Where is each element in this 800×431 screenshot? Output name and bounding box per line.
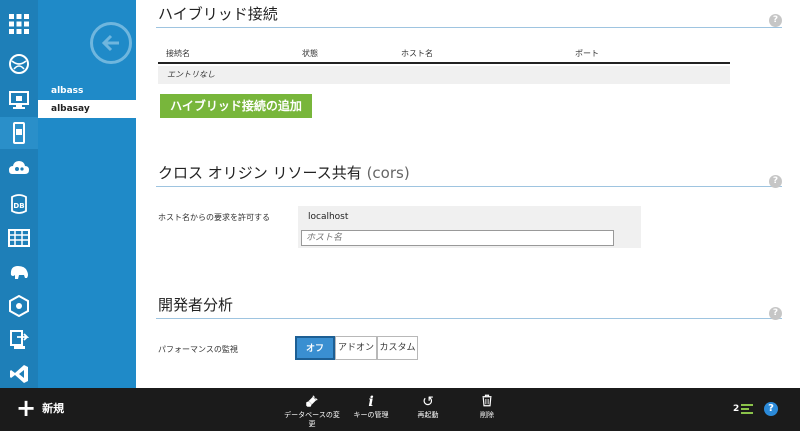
virtual-machines-monitor-icon[interactable] [5, 86, 33, 114]
plug-icon [282, 394, 342, 411]
web-sites-globe-icon[interactable] [5, 50, 33, 78]
restart-label: 再起動 [417, 411, 439, 419]
visual-studio-icon[interactable] [5, 360, 33, 388]
command-bar: + 新規 データベースの変更 i キーの管理 ↺ 再起動 削除 2 ? [0, 388, 800, 431]
cors-section-title: クロス オリジン リソース共有 (cors) [158, 162, 410, 183]
cors-allowed-origin-value[interactable]: localhost [298, 206, 641, 228]
column-header-name[interactable]: 接続名 [166, 48, 190, 59]
help-icon[interactable]: ? [769, 14, 782, 27]
cors-title-text: クロス オリジン リソース共有 [158, 164, 362, 182]
sql-database-icon[interactable]: DB [5, 190, 33, 218]
mobile-services-phone-icon[interactable] [0, 117, 38, 149]
help-icon[interactable]: ? [769, 175, 782, 188]
toggle-custom[interactable]: カスタム [377, 336, 418, 360]
section-divider [156, 318, 782, 319]
change-database-label: データベースの変更 [284, 411, 340, 428]
cloud-services-gears-icon[interactable] [5, 155, 33, 183]
delete-label: 削除 [480, 411, 494, 419]
all-items-grid-icon[interactable] [5, 10, 33, 38]
table-empty-row: エントリなし [158, 66, 730, 84]
restart-icon: ↺ [422, 394, 434, 410]
new-button[interactable]: + 新規 [16, 394, 65, 422]
hybrid-connections-table-header: 接続名 状態 ホスト名 ポート [158, 44, 730, 64]
media-services-icon[interactable] [5, 292, 33, 320]
add-hybrid-connection-button[interactable]: ハイブリッド接続の追加 [160, 94, 312, 118]
change-database-button[interactable]: データベースの変更 [282, 394, 342, 429]
manage-keys-button[interactable]: i キーの管理 [341, 394, 401, 420]
trash-icon [457, 394, 517, 411]
new-button-label: 新規 [42, 402, 65, 415]
toggle-addon[interactable]: アドオン [335, 336, 377, 360]
cors-allowed-origins-label: ホスト名からの要求を許可する [158, 213, 270, 222]
resource-item[interactable]: albass [38, 82, 136, 100]
host-name-input[interactable] [301, 230, 614, 246]
back-arrow-icon [101, 34, 119, 52]
column-header-status[interactable]: 状態 [302, 48, 318, 59]
notifications-stack-icon[interactable] [741, 403, 753, 415]
section-divider [156, 27, 782, 28]
back-button[interactable] [90, 22, 132, 64]
manage-keys-label: キーの管理 [353, 411, 389, 419]
plus-icon: + [16, 394, 37, 422]
service-rail: DB [0, 0, 38, 388]
section-divider [156, 186, 782, 187]
help-icon[interactable]: ? [769, 307, 782, 320]
hybrid-connections-title: ハイブリッド接続 [158, 5, 278, 23]
svg-text:DB: DB [13, 202, 24, 210]
info-icon: i [368, 394, 374, 410]
configuration-panel: ハイブリッド接続 ? 接続名 状態 ホスト名 ポート エントリなし ハイブリッド… [136, 0, 800, 388]
column-header-port[interactable]: ポート [575, 48, 599, 59]
restart-button[interactable]: ↺ 再起動 [398, 394, 458, 420]
performance-monitoring-label: パフォーマンスの監視 [158, 345, 238, 354]
developer-analytics-title: 開発者分析 [158, 296, 234, 314]
service-bus-icon[interactable] [5, 326, 33, 354]
storage-table-icon[interactable] [5, 224, 33, 252]
notification-count[interactable]: 2 [733, 404, 739, 414]
resource-list-panel: albass albasay [38, 0, 136, 388]
hdinsight-elephant-icon[interactable] [5, 258, 33, 286]
help-button[interactable]: ? [764, 402, 778, 416]
delete-button[interactable]: 削除 [457, 394, 517, 420]
cors-title-suffix: (cors) [366, 164, 410, 182]
toggle-off[interactable]: オフ [295, 336, 335, 360]
resource-item-selected[interactable]: albasay [38, 100, 136, 118]
column-header-host[interactable]: ホスト名 [401, 48, 433, 59]
